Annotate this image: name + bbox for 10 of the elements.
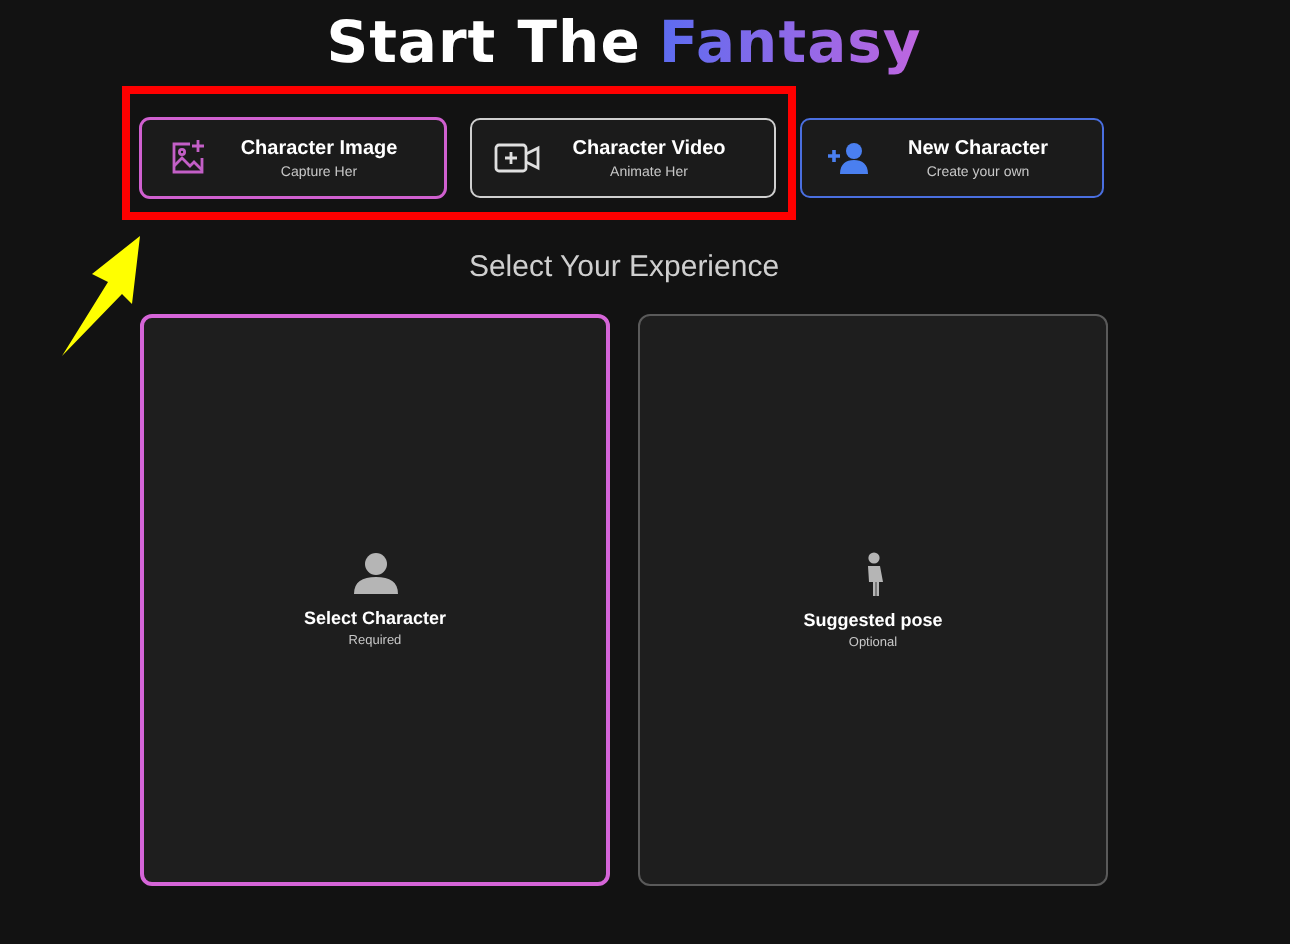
page-title: Start The xyxy=(326,8,641,76)
video-add-icon xyxy=(494,142,542,174)
card-title: Select Character xyxy=(303,608,447,628)
card-title: Suggested pose xyxy=(803,609,943,629)
add-user-icon xyxy=(826,142,870,174)
standing-figure-icon xyxy=(863,551,883,595)
pointer-arrow xyxy=(62,236,140,356)
image-add-icon xyxy=(168,138,208,178)
section-heading: Select Your Experience xyxy=(466,250,782,286)
person-icon xyxy=(353,552,397,594)
